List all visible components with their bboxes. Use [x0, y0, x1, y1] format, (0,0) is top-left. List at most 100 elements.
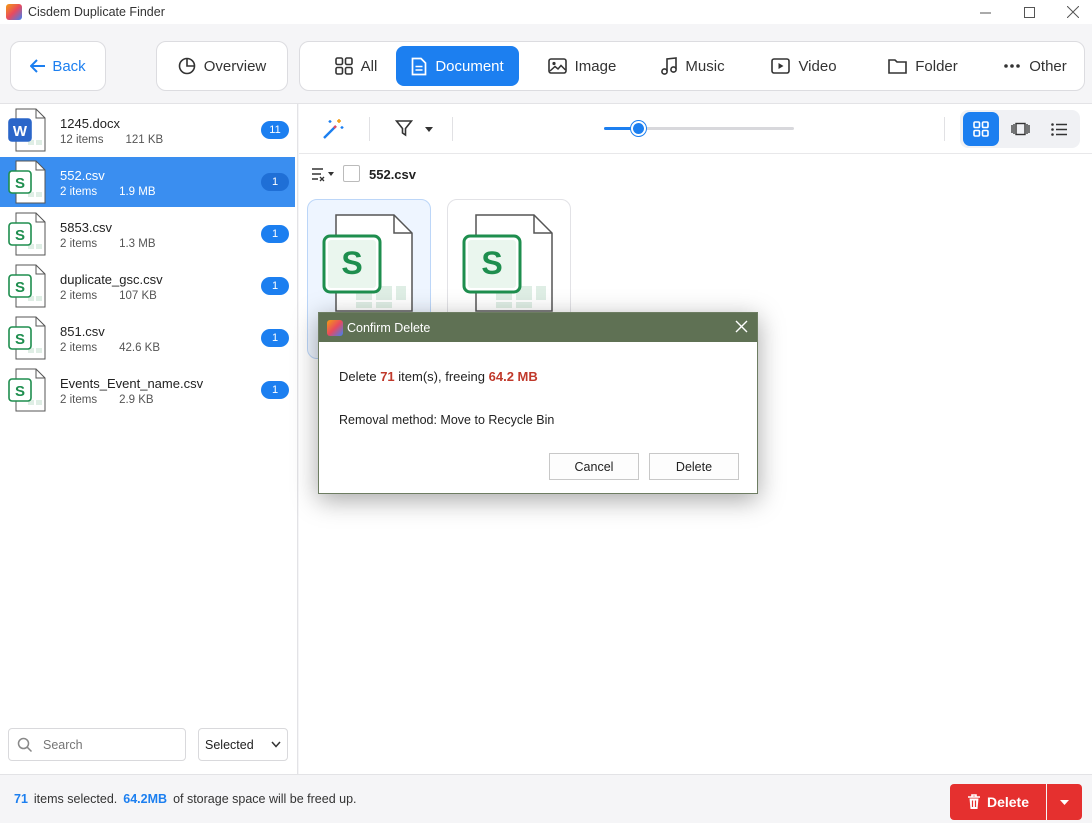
- search-input[interactable]: [43, 737, 173, 752]
- search-icon: [17, 737, 33, 752]
- app-logo-icon: [6, 4, 22, 20]
- item-count: 2 items: [60, 186, 98, 198]
- zoom-slider-handle[interactable]: [631, 121, 646, 136]
- grid-view-button[interactable]: [963, 112, 999, 146]
- svg-text:S: S: [15, 227, 25, 244]
- svg-text:S: S: [15, 279, 25, 296]
- auto-select-wand-button[interactable]: [321, 117, 347, 143]
- tab-music[interactable]: Music: [645, 46, 741, 86]
- file-size: 121 KB: [125, 134, 164, 146]
- dialog-close-button[interactable]: [735, 320, 749, 334]
- selection-summary: 71 items selected. 64.2MB of storage spa…: [14, 792, 357, 806]
- svg-text:S: S: [15, 331, 25, 348]
- tab-all[interactable]: All: [314, 46, 398, 86]
- minimize-icon[interactable]: [962, 0, 1008, 24]
- delete-count: 71: [380, 369, 395, 384]
- file-group-row[interactable]: Sduplicate_gsc.csv 2 items 107 KB 1: [0, 261, 295, 311]
- file-group-row[interactable]: S 552.csv 2 items 1.9 MB 1: [0, 157, 295, 207]
- group-header: 552.csv: [299, 160, 699, 188]
- search-field[interactable]: [8, 728, 186, 761]
- view-mode-group: [960, 110, 1080, 148]
- file-group-row[interactable]: S 5853.csv 2 items 1.3 MB 1: [0, 209, 295, 259]
- spreadsheet-file-icon: S: [8, 316, 46, 360]
- file-group-meta: 2 items 42.6 KB: [60, 342, 160, 354]
- svg-text:S: S: [481, 245, 502, 281]
- title-bar: Cisdem Duplicate Finder: [0, 0, 1092, 24]
- list-view-button[interactable]: [1041, 112, 1077, 146]
- maximize-icon[interactable]: [1006, 0, 1052, 24]
- file-group-row[interactable]: W 1245.docx 12 items 121 KB 11: [0, 105, 295, 155]
- group-select-checkbox[interactable]: [343, 165, 360, 182]
- confirm-delete-button[interactable]: Delete: [649, 453, 739, 480]
- sort-options-button[interactable]: [311, 166, 335, 182]
- tab-document[interactable]: Document: [396, 46, 519, 86]
- spreadsheet-file-icon: S: [462, 214, 553, 312]
- list-view-icon: [1051, 122, 1067, 136]
- overview-button[interactable]: Overview: [156, 41, 288, 91]
- file-group-meta: 2 items 107 KB: [60, 290, 157, 302]
- more-dots-icon: [1004, 64, 1021, 68]
- filter-select-value: Selected: [205, 737, 254, 752]
- file-group-meta: 2 items 2.9 KB: [60, 394, 154, 406]
- file-group-row[interactable]: S 851.csv 2 items 42.6 KB 1: [0, 313, 295, 363]
- content-toolbar: [299, 104, 1092, 154]
- file-group-meta: 12 items 121 KB: [60, 134, 163, 146]
- cancel-button[interactable]: Cancel: [549, 453, 639, 480]
- filter-select[interactable]: Selected: [198, 728, 288, 761]
- file-size: 42.6 KB: [119, 342, 160, 354]
- image-icon: [547, 58, 567, 74]
- freed-size: 64.2MB: [123, 792, 168, 806]
- delete-button[interactable]: Delete: [950, 784, 1046, 820]
- tab-other[interactable]: Other: [990, 46, 1080, 86]
- back-button[interactable]: Back: [10, 41, 106, 91]
- close-icon: [735, 320, 748, 333]
- file-size: 2.9 KB: [119, 394, 154, 406]
- file-group-row[interactable]: S Events_Event_name.csv 2 items 2.9 KB 1: [0, 365, 295, 415]
- file-group-name: 5853.csv: [60, 220, 113, 235]
- file-group-name: duplicate_gsc.csv: [60, 272, 163, 287]
- pie-chart-icon: [178, 57, 196, 75]
- zoom-slider[interactable]: [604, 121, 794, 136]
- spreadsheet-file-icon: S: [8, 264, 46, 308]
- duplicate-count-badge: 1: [261, 225, 289, 243]
- grid-icon: [334, 57, 353, 75]
- file-group-meta: 2 items 1.3 MB: [60, 238, 156, 250]
- duplicate-count-badge: 1: [261, 173, 289, 191]
- svg-text:W: W: [13, 123, 28, 140]
- item-count: 2 items: [60, 394, 98, 406]
- tab-folder[interactable]: Folder: [875, 46, 971, 86]
- trash-icon: [967, 794, 980, 809]
- svg-text:S: S: [15, 175, 25, 192]
- spreadsheet-file-icon: S: [322, 214, 413, 312]
- carousel-view-button[interactable]: [1002, 112, 1038, 146]
- svg-text:S: S: [341, 245, 362, 281]
- caret-down-icon: [425, 127, 433, 132]
- magic-wand-icon: [323, 119, 344, 139]
- file-group-name: 1245.docx: [60, 116, 120, 131]
- duplicate-count-badge: 1: [261, 381, 289, 399]
- chevron-down-icon: [271, 741, 281, 748]
- status-bar: 71 items selected. 64.2MB of storage spa…: [0, 774, 1092, 823]
- tab-video[interactable]: Video: [759, 46, 849, 86]
- filter-button[interactable]: [394, 119, 435, 141]
- sort-clear-icon: [312, 168, 334, 182]
- overview-label: Overview: [203, 57, 267, 75]
- file-group-name: Events_Event_name.csv: [60, 376, 204, 391]
- duplicate-count-badge: 11: [261, 121, 289, 139]
- delete-size: 64.2 MB: [488, 369, 538, 384]
- delete-options-button[interactable]: [1047, 784, 1082, 820]
- tab-image[interactable]: Image: [531, 46, 633, 86]
- svg-text:S: S: [15, 383, 25, 400]
- confirm-delete-dialog: Confirm Delete Delete 71 item(s), freein…: [318, 312, 758, 494]
- file-size: 1.3 MB: [119, 238, 156, 250]
- file-group-name: 552.csv: [60, 168, 105, 183]
- folder-icon: [888, 59, 908, 74]
- close-icon[interactable]: [1050, 0, 1092, 24]
- file-size: 107 KB: [119, 290, 157, 302]
- file-size: 1.9 MB: [119, 186, 156, 198]
- file-group-name: 851.csv: [60, 324, 105, 339]
- caret-down-icon: [1060, 799, 1069, 805]
- spreadsheet-file-icon: S: [8, 160, 46, 204]
- removal-method-text: Removal method: Move to Recycle Bin: [339, 413, 555, 427]
- file-group-sidebar: W 1245.docx 12 items 121 KB 11 S 552.csv 2 item…: [0, 104, 298, 774]
